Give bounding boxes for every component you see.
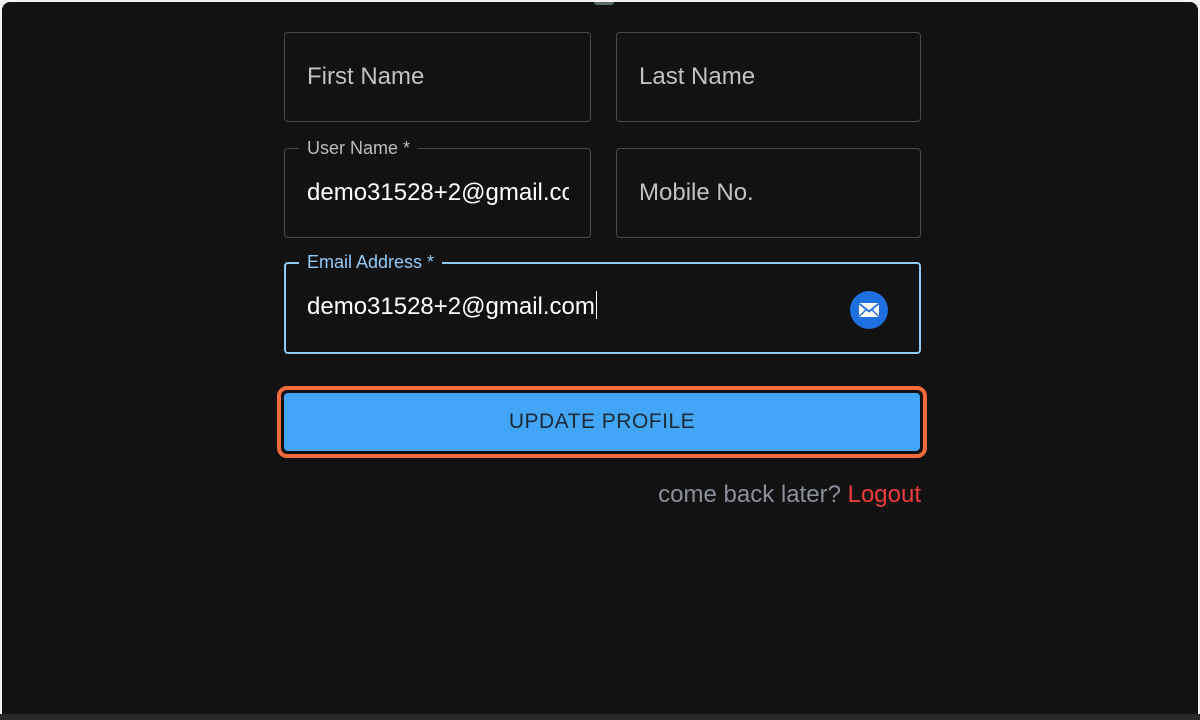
bottom-strip xyxy=(0,714,1200,720)
mobile-field[interactable]: Mobile No. xyxy=(616,148,921,238)
user-name-value: demo31528+2@gmail.com xyxy=(307,179,569,206)
user-name-label: User Name * xyxy=(299,136,419,160)
update-profile-button[interactable]: UPDATE PROFILE xyxy=(284,393,920,451)
email-value-wrap: demo31528+2@gmail.com xyxy=(307,291,597,323)
app-window: First Name Last Name User Name * demo315… xyxy=(2,2,1198,714)
last-name-placeholder: Last Name xyxy=(639,63,756,90)
email-value: demo31528+2@gmail.com xyxy=(307,293,595,320)
first-name-placeholder: First Name xyxy=(307,63,425,90)
mobile-placeholder: Mobile No. xyxy=(639,179,754,206)
last-name-field[interactable]: Last Name xyxy=(616,32,921,122)
first-name-field[interactable]: First Name xyxy=(284,32,591,122)
come-back-later-text: come back later? xyxy=(658,481,841,508)
mail-icon[interactable] xyxy=(850,291,888,329)
email-label: Email Address * xyxy=(299,250,443,274)
user-name-field[interactable]: User Name * demo31528+2@gmail.com xyxy=(284,136,591,238)
email-field[interactable]: Email Address * demo31528+2@gmail.com xyxy=(284,250,921,354)
logout-link[interactable]: Logout xyxy=(848,481,921,508)
top-indicator xyxy=(594,2,614,5)
text-caret xyxy=(595,291,597,319)
footer-line: come back later? Logout xyxy=(284,480,921,510)
update-button-highlight: UPDATE PROFILE xyxy=(277,386,927,458)
